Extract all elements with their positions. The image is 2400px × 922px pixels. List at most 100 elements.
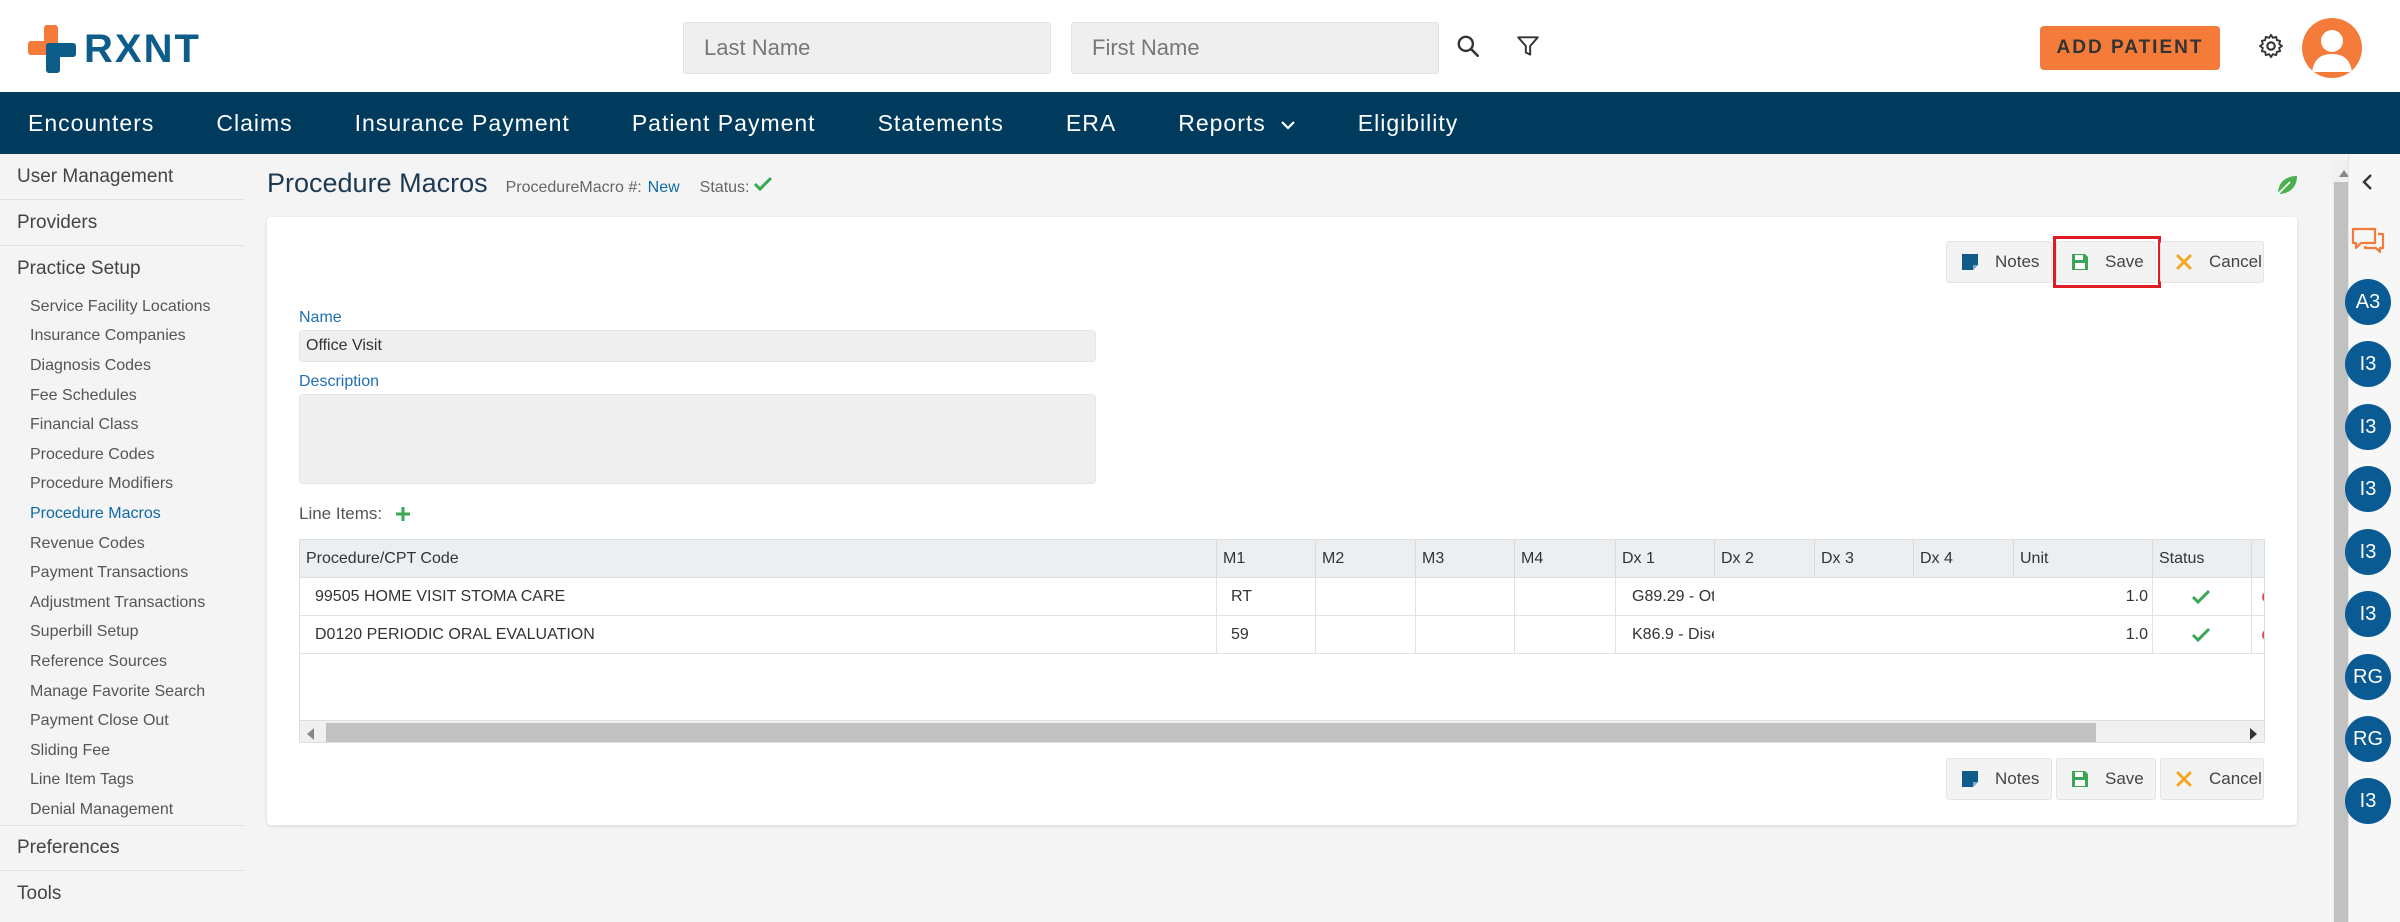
- notes-button[interactable]: Notes: [1946, 241, 2052, 283]
- sidebar-item-payment-close-out[interactable]: Payment Close Out: [0, 706, 246, 736]
- cell-m1[interactable]: 59: [1216, 616, 1315, 654]
- cell-unit[interactable]: 1.0: [2013, 578, 2152, 616]
- cell-m1[interactable]: RT: [1216, 578, 1315, 616]
- rail-bubble[interactable]: I3: [2345, 404, 2391, 450]
- cell-m2[interactable]: [1315, 616, 1415, 654]
- leaf-icon[interactable]: [2274, 172, 2300, 198]
- nav-insurance-payment[interactable]: Insurance Payment: [355, 110, 570, 137]
- sidebar-item-adjustment-transactions[interactable]: Adjustment Transactions: [0, 588, 246, 618]
- sidebar-item-revenue-codes[interactable]: Revenue Codes: [0, 529, 246, 559]
- delete-row-icon[interactable]: [2262, 592, 2264, 602]
- notes-icon: [1959, 251, 1981, 273]
- name-input[interactable]: Office Visit: [299, 330, 1096, 362]
- sidebar-item-line-item-tags[interactable]: Line Item Tags: [0, 766, 246, 796]
- rxnt-logo[interactable]: RXNT: [28, 24, 201, 74]
- add-line-item-icon[interactable]: [394, 505, 412, 523]
- cell-unit[interactable]: 1.0: [2013, 616, 2152, 654]
- cell-dx3[interactable]: [1814, 616, 1913, 654]
- cell-delete[interactable]: [2251, 616, 2264, 654]
- sidebar-section-providers[interactable]: Providers: [0, 200, 244, 246]
- col-m3[interactable]: M3: [1415, 540, 1514, 578]
- sidebar-item-insurance-companies[interactable]: Insurance Companies: [0, 322, 246, 352]
- nav-encounters[interactable]: Encounters: [28, 110, 154, 137]
- search-icon[interactable]: [1452, 30, 1484, 62]
- cell-dx2[interactable]: [1714, 616, 1814, 654]
- rail-bubble[interactable]: A3: [2345, 279, 2391, 325]
- col-status[interactable]: Status: [2152, 540, 2251, 578]
- col-dx1[interactable]: Dx 1: [1615, 540, 1714, 578]
- sidebar-item-payment-transactions[interactable]: Payment Transactions: [0, 558, 246, 588]
- rail-bubble[interactable]: I3: [2345, 591, 2391, 637]
- sidebar-section-tools[interactable]: Tools: [0, 871, 244, 917]
- cell-m4[interactable]: [1514, 578, 1615, 616]
- col-dx3[interactable]: Dx 3: [1814, 540, 1913, 578]
- rail-bubble[interactable]: RG: [2345, 654, 2391, 700]
- scroll-right-icon[interactable]: [2248, 727, 2258, 742]
- cell-dx4[interactable]: [1913, 616, 2013, 654]
- cell-dx1[interactable]: G89.29 - Ot: [1615, 578, 1714, 616]
- table-row[interactable]: 99505 HOME VISIT STOMA CARE RT G89.29 - …: [300, 578, 2264, 616]
- col-m2[interactable]: M2: [1315, 540, 1415, 578]
- first-name-input[interactable]: [1071, 22, 1439, 74]
- cell-m2[interactable]: [1315, 578, 1415, 616]
- sidebar-item-diagnosis-codes[interactable]: Diagnosis Codes: [0, 351, 246, 381]
- nav-patient-payment[interactable]: Patient Payment: [632, 110, 816, 137]
- description-textarea[interactable]: [299, 394, 1096, 484]
- rail-bubble[interactable]: I3: [2345, 466, 2391, 512]
- rail-bubble[interactable]: RG: [2345, 716, 2391, 762]
- user-avatar[interactable]: [2302, 18, 2362, 78]
- sidebar-section-preferences[interactable]: Preferences: [0, 824, 244, 871]
- table-scroll-thumb[interactable]: [326, 723, 2096, 742]
- add-patient-button[interactable]: ADD PATIENT: [2040, 26, 2220, 70]
- chat-icon[interactable]: [2351, 226, 2385, 261]
- sidebar-item-fee-schedules[interactable]: Fee Schedules: [0, 381, 246, 411]
- table-row[interactable]: D0120 PERIODIC ORAL EVALUATION 59 K86.9 …: [300, 616, 2264, 654]
- sidebar-item-denial-management[interactable]: Denial Management: [0, 795, 246, 825]
- notes-button-bottom[interactable]: Notes: [1946, 758, 2052, 800]
- nav-era[interactable]: ERA: [1066, 110, 1116, 137]
- last-name-input[interactable]: [683, 22, 1051, 74]
- rail-bubble[interactable]: I3: [2345, 341, 2391, 387]
- cell-m4[interactable]: [1514, 616, 1615, 654]
- sidebar-item-service-facility-locations[interactable]: Service Facility Locations: [0, 292, 246, 322]
- cell-dx2[interactable]: [1714, 578, 1814, 616]
- sidebar-item-reference-sources[interactable]: Reference Sources: [0, 647, 246, 677]
- sidebar-item-superbill-setup[interactable]: Superbill Setup: [0, 618, 246, 648]
- collapse-chevron-icon[interactable]: [2358, 172, 2378, 197]
- sidebar-item-financial-class[interactable]: Financial Class: [0, 410, 246, 440]
- scroll-left-icon[interactable]: [306, 727, 316, 742]
- col-m4[interactable]: M4: [1514, 540, 1615, 578]
- sidebar-section-practice-setup[interactable]: Practice Setup: [0, 246, 244, 292]
- sidebar-item-manage-favorite-search[interactable]: Manage Favorite Search: [0, 677, 246, 707]
- cell-m3[interactable]: [1415, 616, 1514, 654]
- cell-dx1[interactable]: K86.9 - Dise: [1615, 616, 1714, 654]
- col-procedure-code[interactable]: Procedure/CPT Code: [300, 540, 1216, 578]
- cell-delete[interactable]: [2251, 578, 2264, 616]
- rail-bubble[interactable]: I3: [2345, 529, 2391, 575]
- col-m1[interactable]: M1: [1216, 540, 1315, 578]
- table-horizontal-scrollbar[interactable]: [300, 720, 2264, 742]
- sidebar-item-procedure-macros[interactable]: Procedure Macros: [0, 499, 246, 529]
- cancel-button[interactable]: Cancel: [2160, 241, 2264, 283]
- sidebar-item-sliding-fee[interactable]: Sliding Fee: [0, 736, 246, 766]
- nav-reports[interactable]: Reports: [1178, 110, 1296, 137]
- cell-dx4[interactable]: [1913, 578, 2013, 616]
- delete-row-icon[interactable]: [2262, 630, 2264, 640]
- rail-bubble[interactable]: I3: [2345, 778, 2391, 824]
- filter-icon[interactable]: [1512, 30, 1544, 62]
- col-dx4[interactable]: Dx 4: [1913, 540, 2013, 578]
- nav-eligibility[interactable]: Eligibility: [1358, 110, 1458, 137]
- sidebar-item-procedure-modifiers[interactable]: Procedure Modifiers: [0, 470, 246, 500]
- cancel-button-bottom[interactable]: Cancel: [2160, 758, 2264, 800]
- save-button-bottom[interactable]: Save: [2056, 758, 2156, 800]
- name-label: Name: [299, 309, 342, 326]
- cell-m3[interactable]: [1415, 578, 1514, 616]
- nav-claims[interactable]: Claims: [216, 110, 292, 137]
- cell-dx3[interactable]: [1814, 578, 1913, 616]
- sidebar-item-procedure-codes[interactable]: Procedure Codes: [0, 440, 246, 470]
- nav-statements[interactable]: Statements: [878, 110, 1004, 137]
- gear-icon[interactable]: [2255, 30, 2287, 62]
- col-unit[interactable]: Unit: [2013, 540, 2152, 578]
- col-dx2[interactable]: Dx 2: [1714, 540, 1814, 578]
- sidebar-section-user-management[interactable]: User Management: [0, 154, 244, 200]
